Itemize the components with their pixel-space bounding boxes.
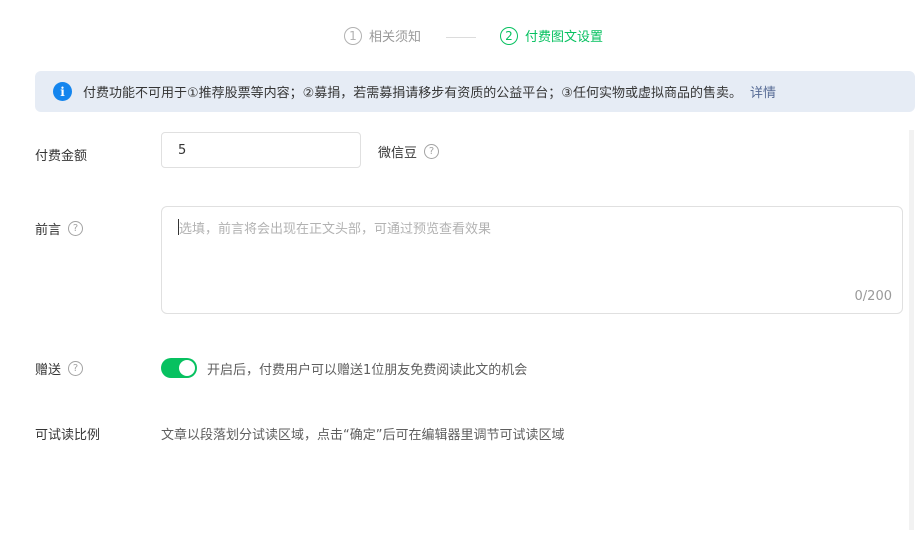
- gift-label-text: 赠送: [35, 363, 62, 378]
- steps-indicator: 1 相关须知 2 付费图文设置: [0, 26, 924, 50]
- step-label: 相关须知: [369, 30, 422, 45]
- amount-label-text: 付费金额: [35, 149, 88, 164]
- scrollbar[interactable]: [909, 130, 914, 530]
- step-number-circle: 2: [500, 26, 518, 45]
- help-icon[interactable]: ?: [68, 221, 84, 236]
- preface-textarea[interactable]: 选填，前言将会出现在正文头部，可通过预览查看效果 0/200: [161, 206, 903, 314]
- step-connector: [446, 37, 476, 38]
- step-number-circle: 1: [344, 26, 362, 45]
- step-paid-settings[interactable]: 2 付费图文设置: [500, 26, 603, 45]
- toggle-knob: [179, 360, 195, 376]
- amount-value: 5: [178, 142, 187, 158]
- details-link[interactable]: 详情: [750, 82, 776, 101]
- step-label: 付费图文设置: [525, 30, 604, 45]
- gift-description: 开启后，付费用户可以赠送1位朋友免费阅读此文的机会: [207, 363, 528, 378]
- amount-input[interactable]: 5: [161, 132, 361, 168]
- gift-label: 赠送 ?: [35, 359, 84, 378]
- gift-toggle[interactable]: [161, 358, 197, 378]
- char-counter: 0/200: [854, 289, 892, 304]
- trial-label-text: 可试读比例: [35, 428, 101, 443]
- preface-placeholder: 选填，前言将会出现在正文头部，可通过预览查看效果: [179, 222, 492, 237]
- help-icon[interactable]: ?: [68, 361, 84, 376]
- trial-label: 可试读比例: [35, 424, 100, 443]
- amount-label: 付费金额: [35, 145, 87, 164]
- amount-unit: 微信豆 ?: [378, 142, 440, 161]
- trial-description: 文章以段落划分试读区域，点击“确定”后可在编辑器里调节可试读区域: [161, 428, 565, 443]
- step-related-notes[interactable]: 1 相关须知: [344, 26, 421, 45]
- help-icon[interactable]: ?: [424, 144, 440, 159]
- notice-banner: i 付费功能不可用于①推荐股票等内容；②募捐，若需募捐请移步有资质的公益平台；③…: [35, 71, 915, 112]
- info-icon: i: [53, 82, 72, 101]
- notice-text: 付费功能不可用于①推荐股票等内容；②募捐，若需募捐请移步有资质的公益平台；③任何…: [83, 86, 742, 101]
- preface-label: 前言 ?: [35, 219, 84, 238]
- amount-unit-text: 微信豆: [378, 146, 418, 161]
- preface-label-text: 前言: [35, 223, 62, 238]
